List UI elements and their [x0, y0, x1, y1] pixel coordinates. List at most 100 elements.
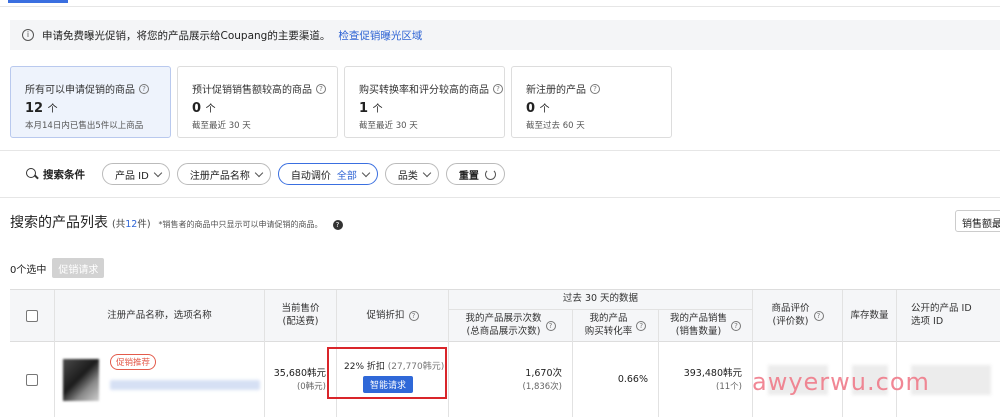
header-line: 我的产品展示次数 — [465, 313, 542, 325]
header-group-30days: 过去 30 天的数据 — [448, 290, 752, 310]
sort-dropdown[interactable]: 销售额最 — [955, 210, 1000, 232]
shipping-fee: (0韩元) — [296, 381, 326, 392]
total-impressions: (1,836次) — [522, 381, 562, 392]
impressions-cell: 1,670次 (1,836次) — [448, 342, 572, 417]
filter-value: 全部 — [336, 170, 357, 182]
card-high-conversion[interactable]: 购买转换率和评分较高的商品? 1 个 截至最近 30 天 — [344, 66, 505, 138]
header-line: 我的产品销售 — [669, 313, 727, 325]
filter-category[interactable]: 品类 — [384, 163, 439, 185]
card-count: 1 — [359, 101, 369, 116]
help-icon[interactable]: ? — [813, 311, 824, 321]
chevron-down-icon — [153, 168, 163, 177]
tab-divider — [0, 6, 1000, 7]
product-name-blurred[interactable] — [110, 380, 260, 390]
sales-cell: 393,480韩元 (11个) — [658, 342, 752, 417]
promotion-request-button[interactable]: 促销请求 — [52, 258, 105, 278]
conversion-cell: 0.66% — [572, 342, 658, 417]
help-icon[interactable]: ? — [731, 321, 741, 331]
product-table: 注册产品名称，选项名称 当前售价 (配送费) 促销折扣 ? 过去 30 天的数据… — [10, 289, 1000, 417]
help-icon[interactable]: ? — [590, 83, 600, 94]
header-line: (销售数量) — [675, 326, 722, 337]
selected-count: 0个选中 — [10, 264, 47, 276]
product-list-header: 搜索的产品列表 (共12件) *销售者的商品中只显示可以申请促销的商品。 ? — [10, 212, 343, 232]
filter-label: 注册产品名称 — [189, 170, 250, 182]
card-subtitle: 本月14日内已售出5件以上商品 — [25, 121, 144, 131]
help-icon[interactable]: ? — [636, 321, 647, 331]
promotion-notice: i 申请免费曝光促销，将您的产品展示给Coupang的主要渠道。 检查促销曝光区… — [10, 20, 1000, 50]
filter-auto-price[interactable]: 自动调价 全部 — [277, 163, 378, 185]
card-title: 预计促销销售额较高的商品 — [192, 85, 312, 96]
card-count: 0 — [192, 101, 202, 116]
header-stock: 库存数量 — [842, 290, 896, 342]
header-product-name: 注册产品名称，选项名称 — [54, 290, 264, 342]
card-high-sales-forecast[interactable]: 预计促销销售额较高的商品? 0 个 截至最近 30 天 — [177, 66, 338, 138]
search-icon — [26, 168, 38, 180]
discount-info: 22% 折扣 (27,770韩元) — [344, 359, 444, 372]
header-rating: 商品评价 (评价数) ? — [752, 290, 842, 342]
help-icon[interactable]: ? — [408, 311, 419, 321]
card-unit: 个 — [205, 104, 216, 115]
product-name-cell: 促销推荐 — [54, 342, 264, 417]
reset-button[interactable]: 重置 — [445, 163, 505, 185]
card-unit: 个 — [47, 104, 58, 115]
selection-bar: 0个选中 促销请求 — [10, 258, 105, 278]
list-title: 搜索的产品列表 — [10, 215, 108, 231]
header-price: 当前售价 (配送费) — [264, 290, 336, 342]
help-icon[interactable]: ? — [316, 83, 326, 94]
header-line: 促销折扣 — [366, 309, 405, 321]
card-subtitle: 截至最近 30 天 — [192, 121, 251, 131]
filter-bar: 搜索条件 产品 ID 注册产品名称 自动调价 全部 品类 重置 — [0, 150, 1000, 198]
header-sales: 我的产品销售 (销售数量) ? — [658, 310, 752, 342]
search-label: 搜索条件 — [43, 168, 85, 181]
help-icon[interactable]: ? — [139, 83, 149, 94]
discount-amount: (27,770韩元) — [387, 362, 445, 372]
card-subtitle: 截至最近 30 天 — [359, 121, 418, 131]
header-line: 选项 ID — [911, 316, 944, 327]
sales-quantity: (11个) — [716, 381, 742, 392]
card-title: 所有可以申请促销的商品 — [25, 85, 135, 96]
smart-request-button[interactable]: 智能请求 — [363, 376, 413, 393]
filter-label: 自动调价 — [290, 170, 331, 182]
select-all-checkbox[interactable] — [26, 310, 38, 322]
sales-amount: 393,480韩元 — [683, 367, 742, 379]
refresh-icon — [484, 168, 496, 180]
info-icon: i — [22, 29, 34, 41]
card-all-eligible[interactable]: 所有可以申请促销的商品? 12 个 本月14日内已售出5件以上商品 — [10, 66, 171, 138]
header-line: (评价数) — [772, 316, 809, 327]
header-line: 商品评价 — [771, 303, 810, 315]
chevron-down-icon — [254, 168, 264, 177]
header-conversion: 我的产品 购买转化率 ? — [572, 310, 658, 342]
header-checkbox-cell — [10, 290, 54, 342]
header-text: 我的产品销售 (销售数量) — [670, 313, 727, 339]
header-impressions: 我的产品展示次数 (总商品展示次数) ? — [448, 310, 572, 342]
card-title: 新注册的产品 — [526, 85, 586, 96]
product-thumbnail — [63, 359, 99, 401]
header-line: 当前售价 — [281, 303, 320, 315]
watermark: awyerwu.com — [752, 368, 930, 396]
notice-text: 申请免费曝光促销，将您的产品展示给Coupang的主要渠道。 — [42, 29, 331, 42]
header-public-id: 公开的产品 ID 选项 ID — [896, 290, 1000, 342]
card-count: 12 — [25, 101, 44, 116]
count-number: 12 — [125, 219, 138, 230]
help-icon[interactable]: ? — [332, 220, 343, 230]
chevron-down-icon — [361, 168, 371, 177]
filter-product-name[interactable]: 注册产品名称 — [176, 163, 271, 185]
check-exposure-link[interactable]: 检查促销曝光区域 — [338, 28, 422, 43]
header-line: 我的产品 — [589, 313, 628, 325]
count-prefix: (共 — [112, 219, 126, 230]
card-new-products[interactable]: 新注册的产品? 0 个 截至过去 60 天 — [511, 66, 672, 138]
active-tab-indicator — [8, 0, 68, 3]
summary-cards: 所有可以申请促销的商品? 12 个 本月14日内已售出5件以上商品 预计促销销售… — [10, 66, 672, 138]
help-icon[interactable]: ? — [545, 321, 556, 331]
header-text: 我的产品展示次数 (总商品展示次数) — [465, 313, 541, 339]
list-count: (共12件) — [112, 216, 151, 230]
help-icon[interactable]: ? — [493, 83, 503, 94]
filter-product-id[interactable]: 产品 ID — [102, 163, 170, 185]
chevron-down-icon — [422, 168, 432, 177]
discount-percent: 22% 折扣 — [344, 362, 385, 372]
current-price: 35,680韩元 — [273, 367, 326, 379]
header-discount: 促销折扣 ? — [336, 290, 448, 342]
header-text: 商品评价 (评价数) — [771, 303, 809, 329]
impressions: 1,670次 — [525, 367, 562, 379]
row-checkbox[interactable] — [26, 374, 38, 386]
